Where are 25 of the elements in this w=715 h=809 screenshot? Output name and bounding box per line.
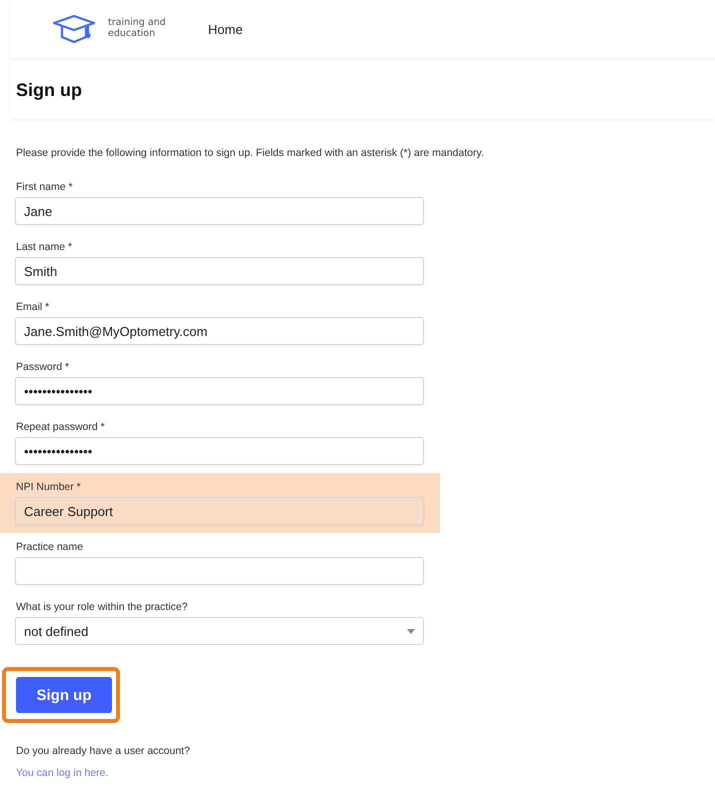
field-label: Email * [16,301,50,313]
field-label: NPI Number * [16,481,82,493]
graduation-cap-icon [52,14,96,44]
input-field[interactable]: Jane.Smith@MyOptometry.com [15,317,424,345]
field-label: First name * [16,181,74,193]
account-prompt: Do you already have a user account? [16,745,191,757]
input-field[interactable]: Jane [15,197,424,225]
field-label: What is your role within the practice? [16,601,189,613]
caret-icon [407,628,415,634]
sign-up-button[interactable]: Sign up [16,677,112,713]
login-link[interactable]: You can log in here. [16,767,108,779]
password-field[interactable]: ••••••••••••••• [15,437,424,465]
page-title: Sign up [16,80,83,101]
role-dropdown[interactable]: not defined [15,617,424,645]
field-label: Repeat password * [16,421,106,433]
field-label: Last name * [16,241,74,253]
input-field[interactable] [15,557,424,585]
intro-text: Please provide the following information to sign up. Fields marked with an asterisk (*) are mandatory. [16,147,485,159]
field-label: Password * [16,361,70,373]
input-field[interactable]: Career Support [15,497,424,525]
logo-text: training and education [108,18,167,40]
field-label: Practice name [16,541,84,553]
password-field[interactable]: ••••••••••••••• [15,377,424,405]
nav-link[interactable]: Home [208,22,243,36]
input-field[interactable]: Smith [15,257,424,285]
